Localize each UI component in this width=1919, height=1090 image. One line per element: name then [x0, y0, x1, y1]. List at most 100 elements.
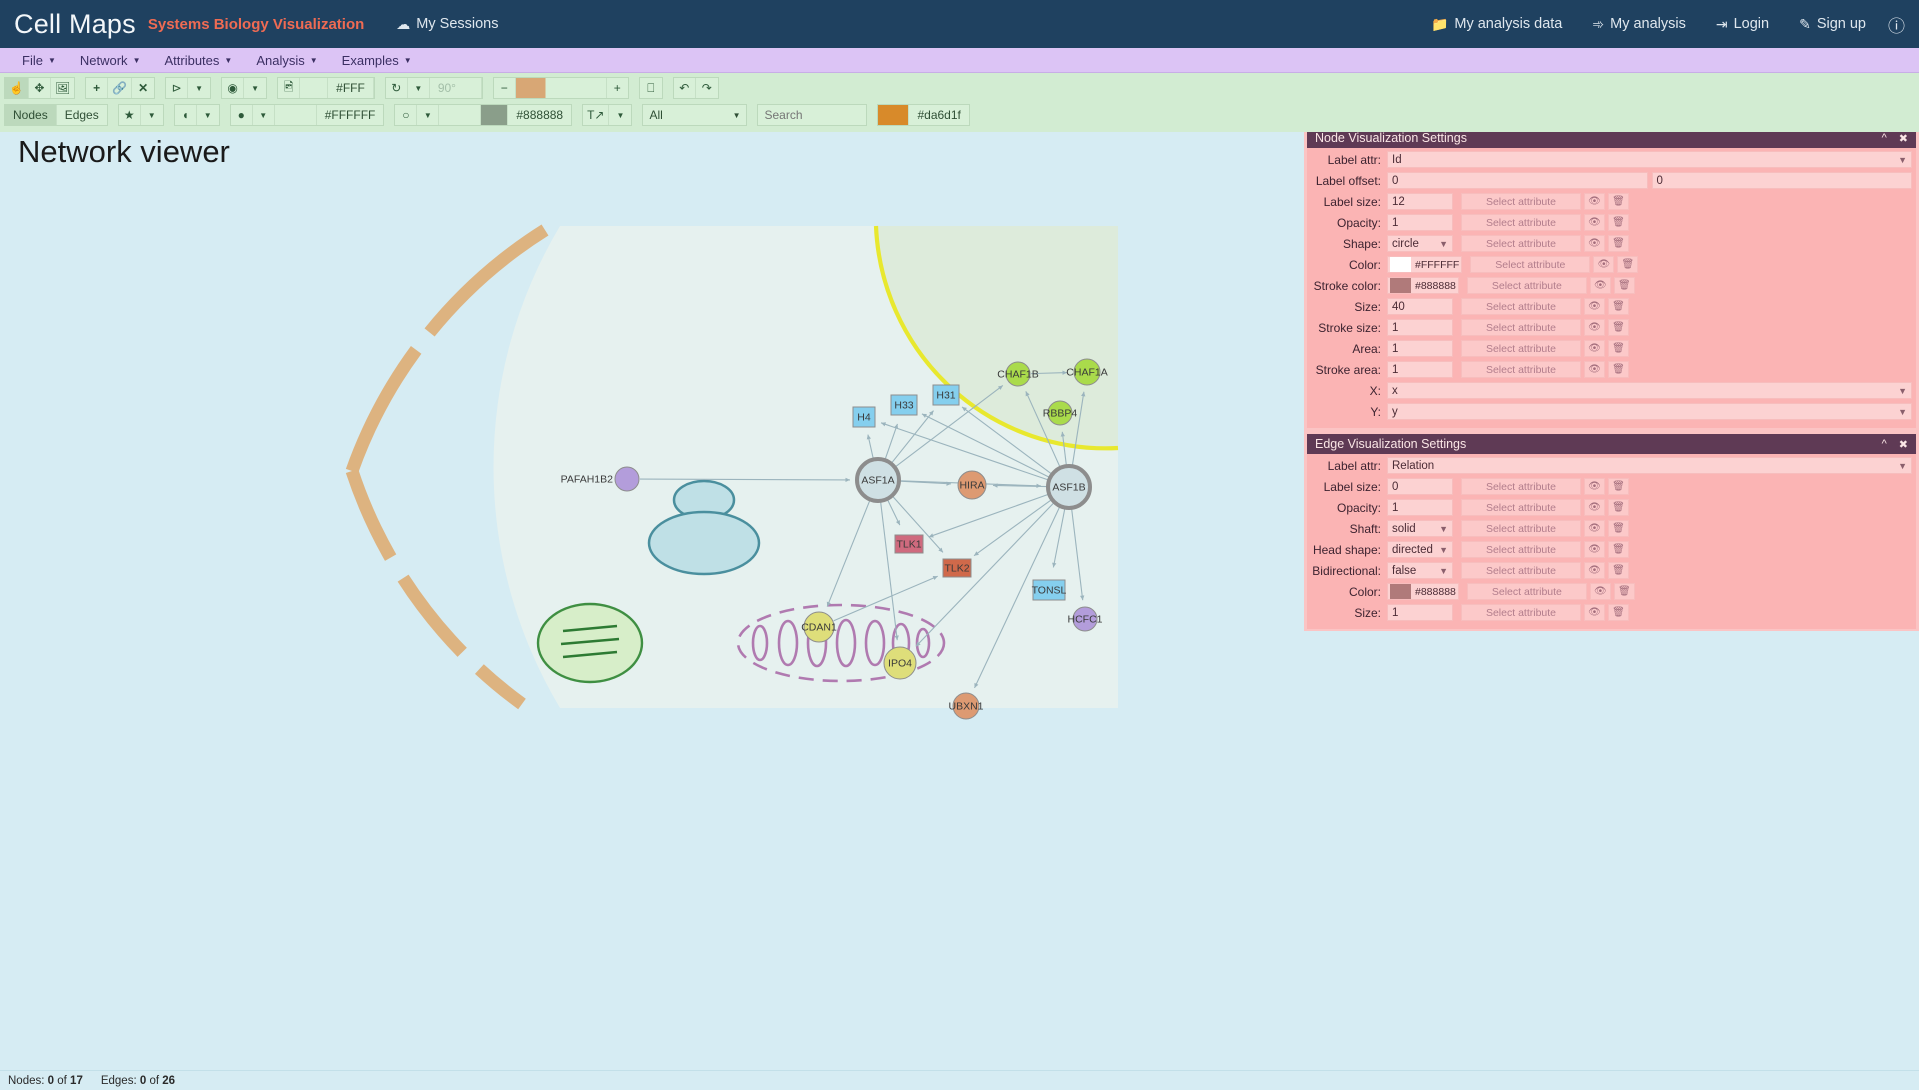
node-select-attribute-button[interactable]: Select attribute	[1466, 277, 1587, 294]
highlight-color-value[interactable]: #da6d1f	[909, 105, 968, 125]
node-select[interactable]: x ▼	[1387, 382, 1912, 399]
trash-icon[interactable]: 🗑	[1613, 277, 1635, 294]
graph-node[interactable]: ASF1A	[855, 457, 901, 503]
menu-examples[interactable]: Examples ▼	[330, 53, 424, 68]
share-dropdown-chevron-down-icon[interactable]: ▼	[188, 78, 211, 98]
chevron-up-icon[interactable]: ^	[1882, 438, 1887, 450]
close-icon[interactable]: ✖	[1899, 438, 1908, 451]
edge-select-attribute-button[interactable]: Select attribute	[1461, 604, 1581, 621]
trash-icon[interactable]: 🗑	[1608, 478, 1629, 495]
graph-node[interactable]: IPO4	[883, 646, 917, 680]
trash-icon[interactable]: 🗑	[1608, 214, 1629, 231]
image-icon[interactable]: 🖼	[50, 78, 75, 98]
node-select-attribute-button[interactable]: Select attribute	[1461, 235, 1581, 252]
graph-node[interactable]: H33	[890, 394, 918, 416]
background-image-icon[interactable]: 🖻	[278, 78, 301, 98]
eye-off-icon[interactable]: 👁	[1584, 541, 1605, 558]
filter-select[interactable]: All ▼	[643, 105, 746, 125]
edge-input[interactable]: 0	[1387, 478, 1453, 495]
eye-off-icon[interactable]: 👁	[1593, 256, 1615, 273]
trash-icon[interactable]: 🗑	[1608, 235, 1629, 252]
screen-icon[interactable]: ⎕	[639, 78, 662, 98]
node-color-swatch[interactable]	[1390, 257, 1411, 272]
search-input[interactable]	[758, 105, 867, 125]
node-input[interactable]: 12	[1387, 193, 1453, 210]
edge-input[interactable]: 1	[1387, 604, 1453, 621]
graph-node[interactable]: H31	[932, 384, 960, 406]
add-edge-icon[interactable]: 🔗	[108, 78, 133, 98]
trash-icon[interactable]: 🗑	[1608, 562, 1629, 579]
node-color-field[interactable]: #888888	[1387, 277, 1459, 294]
stroke-color-swatch[interactable]	[481, 105, 509, 125]
nav-login[interactable]: ⇥ Login	[1716, 16, 1769, 33]
edge-select[interactable]: false ▼	[1387, 562, 1453, 579]
eye-off-icon[interactable]: 👁	[1584, 604, 1605, 621]
stroke-color-value[interactable]: #888888	[508, 105, 571, 125]
nav-my-analysis[interactable]: ➾ My analysis	[1592, 16, 1685, 33]
text-size-icon[interactable]: T↗	[583, 105, 610, 125]
eye-off-icon[interactable]: 👁	[1584, 499, 1605, 516]
rotate-dropdown-chevron-down-icon[interactable]: ▼	[407, 78, 430, 98]
eye-off-icon[interactable]: 👁	[1584, 520, 1605, 537]
node-input[interactable]: 1	[1387, 319, 1453, 336]
zoom-out-button[interactable]: −	[493, 78, 516, 98]
trash-icon[interactable]: 🗑	[1608, 499, 1629, 516]
node-input[interactable]: 1	[1387, 361, 1453, 378]
rotate-icon[interactable]: ↻	[385, 78, 408, 98]
node-select-attribute-button[interactable]: Select attribute	[1470, 256, 1591, 273]
node-input-2[interactable]: 0	[1651, 172, 1912, 189]
node-select[interactable]: circle ▼	[1387, 235, 1453, 252]
trash-icon[interactable]: 🗑	[1617, 256, 1639, 273]
trash-icon[interactable]: 🗑	[1608, 319, 1629, 336]
layout-dropdown-chevron-down-icon[interactable]: ▼	[244, 78, 267, 98]
eye-off-icon[interactable]: 👁	[1584, 562, 1605, 579]
stroke-color-swatch-empty[interactable]	[439, 105, 482, 125]
filled-circle-icon[interactable]: ●	[230, 105, 253, 125]
graph-node[interactable]: TLK2	[942, 558, 972, 578]
edge-select-attribute-button[interactable]: Select attribute	[1466, 583, 1587, 600]
node-select-attribute-button[interactable]: Select attribute	[1461, 193, 1581, 210]
zoom-slider[interactable]	[515, 78, 606, 98]
app-brand[interactable]: Cell Maps	[14, 9, 136, 40]
node-select[interactable]: y ▼	[1387, 403, 1912, 420]
trash-icon[interactable]: 🗑	[1608, 298, 1629, 315]
highlight-color-swatch[interactable]	[878, 105, 910, 125]
rotate-angle-value[interactable]: 90°	[430, 78, 482, 98]
eye-off-icon[interactable]: 👁	[1584, 193, 1605, 210]
menu-analysis[interactable]: Analysis ▼	[244, 53, 329, 68]
node-input[interactable]: 1	[1387, 340, 1453, 357]
eye-off-icon[interactable]: 👁	[1589, 277, 1611, 294]
toolbar-edges-tab[interactable]: Edges	[57, 105, 107, 125]
eye-off-icon[interactable]: 👁	[1584, 235, 1605, 252]
edge-select-attribute-button[interactable]: Select attribute	[1461, 478, 1581, 495]
node-input-1[interactable]: 0	[1387, 172, 1648, 189]
text-dropdown-chevron-down-icon[interactable]: ▼	[609, 105, 632, 125]
zoom-in-button[interactable]: +	[605, 78, 628, 98]
network-svg[interactable]: PAFAH1B2 H4 H33 H31 CHAF1B CHAF1A RBBP4 ASF1A HI…	[0, 126, 1304, 1070]
graph-node[interactable]: ASF1B	[1046, 464, 1092, 510]
edge-select[interactable]: Relation ▼	[1387, 457, 1912, 474]
menu-attributes[interactable]: Attributes ▼	[152, 53, 244, 68]
node-select-attribute-button[interactable]: Select attribute	[1461, 214, 1581, 231]
edge-select[interactable]: solid ▼	[1387, 520, 1453, 537]
graph-node[interactable]: H4	[852, 406, 876, 428]
node-color-field[interactable]: #FFFFFF	[1387, 256, 1463, 273]
node-select-attribute-button[interactable]: Select attribute	[1461, 298, 1581, 315]
circle-outline-icon[interactable]: ○	[395, 105, 418, 125]
stroke-dropdown-chevron-down-icon[interactable]: ▼	[417, 105, 440, 125]
trash-icon[interactable]: 🗑	[1608, 541, 1629, 558]
chevron-up-icon[interactable]: ^	[1882, 132, 1887, 144]
trash-icon[interactable]: 🗑	[1608, 520, 1629, 537]
menu-file[interactable]: File ▼	[10, 53, 68, 68]
edge-select-attribute-button[interactable]: Select attribute	[1461, 520, 1581, 537]
fill-color-swatch[interactable]	[274, 105, 317, 125]
trash-icon[interactable]: 🗑	[1608, 361, 1629, 378]
target-icon[interactable]: ◉	[222, 78, 245, 98]
eye-off-icon[interactable]: 👁	[1584, 340, 1605, 357]
contrast-icon[interactable]: ◖	[174, 105, 197, 125]
edge-select-attribute-button[interactable]: Select attribute	[1461, 499, 1581, 516]
share-icon[interactable]: ⊳	[166, 78, 189, 98]
redo-icon[interactable]: ↷	[695, 78, 718, 98]
edge-input[interactable]: 1	[1387, 499, 1453, 516]
trash-icon[interactable]: 🗑	[1613, 583, 1635, 600]
